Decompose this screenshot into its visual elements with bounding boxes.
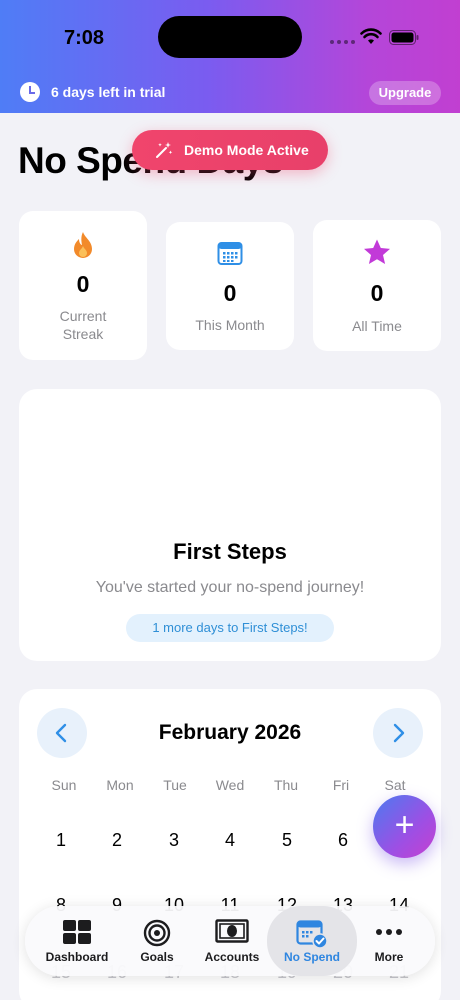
demo-mode-label: Demo Mode Active: [184, 142, 309, 158]
trial-banner: 6 days left in trial Upgrade: [0, 74, 460, 112]
stat-value: 0: [370, 280, 384, 306]
weekday-label: Fri: [332, 777, 350, 793]
magic-wand-icon: [156, 142, 173, 158]
weekday-label: Sat: [384, 777, 406, 793]
demo-mode-banner[interactable]: Demo Mode Active: [132, 130, 328, 170]
target-icon: [143, 919, 171, 947]
tab-label: No Spend: [284, 950, 340, 964]
calendar-day[interactable]: 3: [146, 830, 202, 851]
cash-icon: [215, 919, 249, 943]
stat-label-line: Streak: [62, 326, 104, 342]
milestone-progress-badge: 1 more days to First Steps!: [126, 614, 334, 642]
calendar-day[interactable]: 2: [89, 830, 145, 851]
clock-icon: [20, 82, 40, 102]
weekday-label: Mon: [106, 777, 134, 793]
stat-card-current-streak: 0 Current Streak: [19, 211, 147, 360]
stat-label: All Time: [352, 318, 402, 334]
battery-icon: [389, 30, 419, 45]
milestone-title: First Steps: [173, 539, 287, 564]
plus-icon: +: [394, 806, 415, 844]
tab-label: Goals: [140, 950, 174, 964]
tab-label: Accounts: [204, 950, 260, 964]
ellipsis-icon: [376, 929, 402, 935]
milestone-subtitle: You've started your no-spend journey!: [95, 579, 365, 596]
stat-card-all-time: 0 All Time: [313, 220, 441, 351]
stat-label: This Month: [195, 317, 265, 333]
stat-card-this-month: 0 This Month: [166, 222, 294, 350]
calendar-day[interactable]: 1: [33, 830, 89, 851]
signal-icon: [330, 40, 355, 44]
calendar-day[interactable]: 4: [202, 830, 258, 851]
tab-label: Dashboard: [45, 950, 109, 964]
stat-value: 0: [223, 280, 237, 306]
dashboard-grid-icon: [63, 920, 91, 944]
tab-more[interactable]: More: [359, 906, 419, 976]
star-icon: [364, 239, 390, 264]
status-bar: 7:08: [0, 0, 460, 74]
calendar-day[interactable]: 5: [259, 830, 315, 851]
calendar-icon: [217, 242, 243, 265]
tab-label: More: [374, 950, 404, 964]
stat-value: 0: [76, 271, 90, 297]
next-month-button[interactable]: [373, 708, 423, 758]
stat-label-line: Current: [59, 308, 107, 324]
tab-no-spend[interactable]: No Spend: [267, 906, 357, 976]
upgrade-button[interactable]: Upgrade: [369, 81, 441, 105]
milestone-card: First Steps You've started your no-spend…: [19, 389, 441, 661]
dynamic-island: [158, 16, 302, 58]
tab-accounts[interactable]: Accounts: [197, 906, 267, 976]
tab-goals[interactable]: Goals: [125, 906, 189, 976]
weekday-label: Tue: [163, 777, 187, 793]
calendar-day[interactable]: 6: [315, 830, 371, 851]
wifi-icon: [360, 28, 382, 44]
calendar-check-icon: [296, 920, 328, 949]
weekday-label: Sun: [51, 777, 77, 793]
trial-text: 6 days left in trial: [51, 84, 166, 100]
tab-dashboard[interactable]: Dashboard: [33, 906, 121, 976]
status-time: 7:08: [64, 27, 105, 49]
weekday-label: Thu: [273, 777, 299, 793]
flame-icon: [74, 232, 92, 258]
chevron-right-icon: [393, 723, 405, 743]
tab-bar: Dashboard Goals Accounts No Spend More: [25, 906, 435, 976]
stat-label: Current Streak: [19, 307, 147, 343]
add-button[interactable]: +: [373, 795, 436, 858]
weekday-label: Wed: [215, 777, 245, 793]
